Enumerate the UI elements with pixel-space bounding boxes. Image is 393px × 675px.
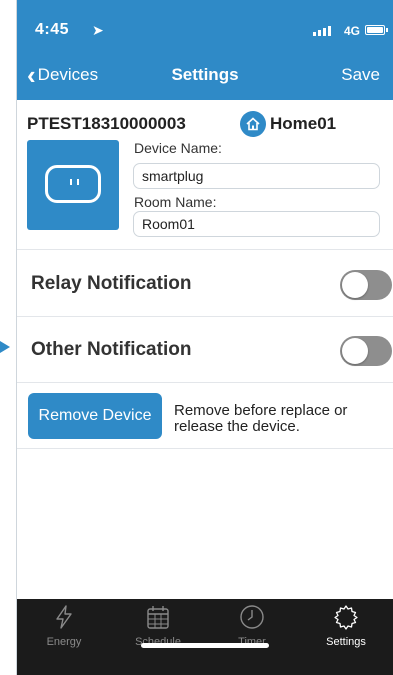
device-id: PTEST18310000003	[27, 114, 186, 133]
calendar-icon	[111, 603, 205, 631]
home-icon	[240, 111, 266, 137]
location-arrow-icon: ➤	[92, 22, 104, 38]
home-name: Home01	[270, 114, 337, 133]
device-name-input[interactable]	[133, 163, 380, 189]
top-bar: 4:45 ➤ 4G ‹ Devices Settings Save	[17, 0, 393, 100]
signal-strength-icon	[313, 26, 331, 36]
home-indicator	[141, 643, 269, 648]
pointer-arrow-icon	[0, 341, 10, 353]
relay-notification-label: Relay Notification	[31, 273, 192, 294]
tab-settings-label: Settings	[326, 636, 366, 648]
tab-schedule[interactable]: Schedule	[111, 599, 205, 659]
network-type: 4G	[343, 24, 360, 38]
other-notification-row: Other Notification	[17, 317, 393, 383]
smart-plug-icon	[27, 140, 119, 230]
tab-energy[interactable]: Energy	[17, 599, 111, 659]
device-name-label: Device Name:	[134, 140, 222, 156]
clock-icon	[205, 603, 299, 631]
status-time: 4:45	[35, 21, 70, 38]
other-notification-toggle[interactable]	[340, 336, 392, 366]
remove-device-row: Remove Device Remove before replace or r…	[17, 383, 393, 449]
tab-energy-label: Energy	[46, 636, 82, 648]
room-name-input[interactable]	[133, 211, 380, 237]
remove-device-button[interactable]: Remove Device	[28, 393, 162, 439]
relay-notification-row: Relay Notification	[17, 251, 393, 317]
gear-icon	[299, 603, 393, 631]
tab-timer[interactable]: Timer	[205, 599, 299, 659]
tab-settings[interactable]: Settings	[299, 599, 393, 659]
status-bar: 4:45 ➤ 4G	[17, 0, 393, 56]
back-button[interactable]: ‹ Devices	[27, 60, 99, 90]
lightning-icon	[17, 603, 111, 631]
remove-device-description: Remove before replace or release the dev…	[174, 402, 348, 435]
battery-icon	[365, 25, 388, 35]
phone-screen: 4:45 ➤ 4G ‹ Devices Settings Save PTEST1…	[17, 0, 393, 675]
other-notification-label: Other Notification	[31, 339, 192, 360]
chevron-left-icon: ‹	[27, 60, 36, 90]
back-button-label: Devices	[37, 65, 99, 84]
save-button[interactable]: Save	[341, 65, 380, 85]
room-name-label: Room Name:	[134, 194, 217, 210]
relay-notification-toggle[interactable]	[340, 270, 392, 300]
device-info-section: PTEST18310000003 Home01 Device Name: Roo…	[17, 100, 393, 250]
tab-bar: Energy Schedule Timer Settings	[17, 599, 393, 675]
